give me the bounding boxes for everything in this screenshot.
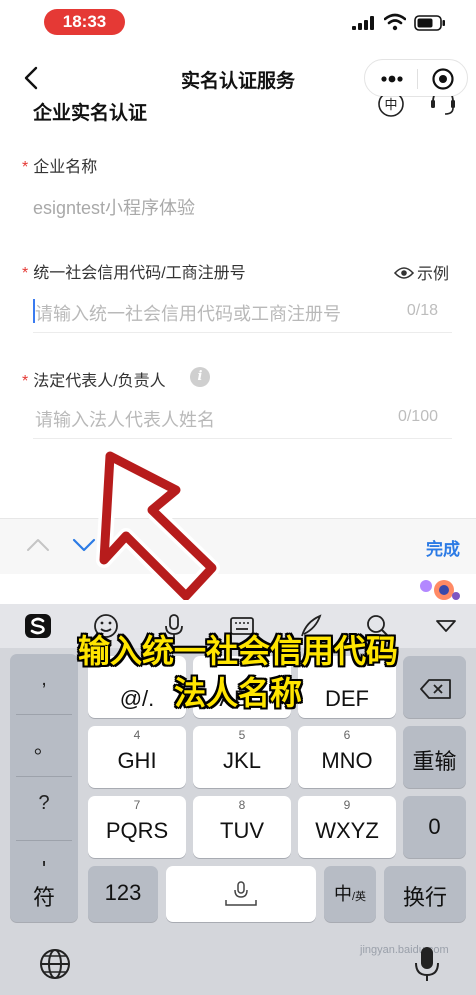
key-7-number: 7 — [133, 798, 141, 812]
key-7-label: PQRS — [105, 818, 169, 843]
symbol-key[interactable]: 符 — [10, 866, 78, 922]
language-switch-icon[interactable]: 中 — [376, 96, 406, 122]
symbol-divider — [16, 714, 72, 715]
legal-rep-counter: 0/100 — [397, 408, 438, 425]
key-5-label: JKL — [223, 748, 261, 773]
symbol-period[interactable]: 。 — [10, 730, 78, 759]
more-dots-icon[interactable] — [379, 68, 405, 90]
key-8-number: 8 — [238, 798, 246, 812]
key-8-label: TUV — [220, 818, 264, 843]
legal-rep-input[interactable]: 请输入法人代表人姓名 — [35, 406, 215, 432]
red-arrow-annotation — [96, 448, 220, 600]
caption-line-1: 输入统一社会信用代码 — [77, 632, 398, 670]
key-8[interactable]: 8 TUV — [193, 796, 291, 858]
emoji-sticker-icon[interactable] — [418, 578, 460, 602]
required-mark: * — [22, 265, 29, 282]
key-5-number: 5 — [238, 728, 246, 742]
symbol-question[interactable]: ? — [10, 792, 78, 815]
legal-rep-label: * 法定代表人/负责人 — [22, 367, 166, 391]
legal-rep-field: * 法定代表人/负责人 i 请输入法人代表人姓名 0/100 — [0, 364, 476, 444]
credit-code-counter: 0/18 — [406, 302, 438, 319]
key-6-number: 6 — [343, 728, 351, 742]
key-9-number: 9 — [343, 798, 351, 812]
done-button[interactable]: 完成 — [426, 535, 460, 560]
space-key[interactable] — [166, 866, 316, 922]
key-9[interactable]: 9 WXYZ — [298, 796, 396, 858]
section-title: 企业实名认证 — [33, 103, 148, 124]
battery-icon — [414, 15, 445, 31]
number-key-label: 123 — [104, 880, 142, 905]
credit-code-label-text: 统一社会信用代码/工商注册号 — [33, 265, 246, 282]
company-name-input[interactable]: esigntest小程序体验 — [33, 194, 195, 220]
enter-key-label: 换行 — [402, 885, 447, 910]
space-mic-icon — [225, 881, 257, 906]
company-name-label-text: 企业名称 — [33, 159, 98, 176]
globe-icon[interactable] — [38, 947, 72, 981]
company-name-label: * 企业名称 — [22, 153, 97, 177]
page-header: 企业实名认证 中 — [0, 96, 476, 124]
field-divider — [33, 438, 452, 439]
dictation-mic-icon[interactable] — [414, 945, 440, 983]
symbol-divider — [16, 840, 72, 841]
language-key[interactable]: 中/英 — [324, 866, 376, 922]
close-miniprogram-icon[interactable] — [431, 67, 455, 91]
chevron-up-icon[interactable] — [26, 537, 50, 553]
key-5[interactable]: 5 JKL — [193, 726, 291, 788]
language-key-label: 中/英 — [324, 880, 376, 906]
retype-label: 重输 — [412, 749, 457, 774]
key-4[interactable]: 4 GHI — [88, 726, 186, 788]
status-bar: 18:33 — [0, 0, 476, 44]
status-time: 18:33 — [44, 9, 125, 35]
key-9-label: WXYZ — [315, 818, 379, 843]
legal-rep-label-text: 法定代表人/负责人 — [33, 373, 166, 390]
enter-key[interactable]: 换行 — [384, 866, 466, 922]
key-0-label: 0 — [428, 814, 441, 839]
credit-code-input[interactable]: 请输入统一社会信用代码或工商注册号 — [35, 300, 341, 326]
key-6[interactable]: 6 MNO — [298, 726, 396, 788]
key-7[interactable]: 7 PQRS — [88, 796, 186, 858]
tutorial-caption: 输入统一社会信用代码 法人名称 — [0, 630, 476, 714]
number-key[interactable]: 123 — [88, 866, 158, 922]
info-icon[interactable]: i — [190, 367, 210, 387]
key-0[interactable]: 0 — [403, 796, 466, 858]
symbol-key-label: 符 — [32, 885, 55, 910]
retype-key[interactable]: 重输 — [403, 726, 466, 788]
wifi-icon — [384, 13, 406, 31]
example-label: 示例 — [417, 266, 450, 283]
lang-icon-text: 中 — [384, 98, 397, 113]
company-name-field: * 企业名称 esigntest小程序体验 — [0, 150, 476, 240]
miniprogram-capsule — [364, 59, 468, 97]
credit-code-label: * 统一社会信用代码/工商注册号 — [22, 259, 246, 283]
eye-icon — [394, 267, 414, 279]
cellular-signal-icon — [352, 16, 374, 30]
caption-line-2: 法人名称 — [173, 674, 302, 712]
example-link[interactable]: 示例 — [394, 260, 449, 284]
customer-service-icon[interactable] — [428, 96, 458, 122]
required-mark: * — [22, 373, 29, 390]
language-key-sub: /英 — [351, 891, 367, 903]
field-divider — [33, 332, 452, 333]
capsule-divider — [417, 69, 418, 89]
credit-code-field: * 统一社会信用代码/工商注册号 示例 请输入统一社会信用代码或工商注册号 0/1… — [0, 256, 476, 336]
key-4-label: GHI — [117, 748, 157, 773]
symbol-divider — [16, 776, 72, 777]
key-4-number: 4 — [133, 728, 141, 742]
key-6-label: MNO — [321, 748, 373, 773]
language-key-main: 中 — [333, 884, 352, 904]
required-mark: * — [22, 159, 29, 176]
